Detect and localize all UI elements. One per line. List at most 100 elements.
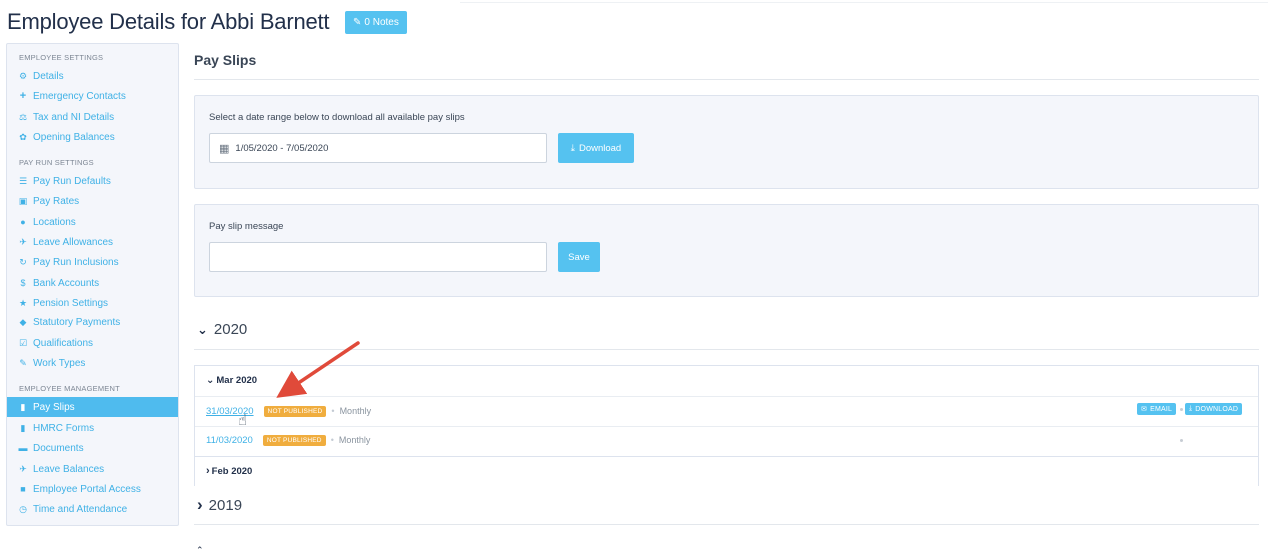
file-icon: ▮	[20, 422, 26, 433]
sidebar-item-pay-run-inclusions[interactable]: ↻ Pay Run Inclusions	[7, 252, 178, 272]
pay-slip-row: 11/03/2020 NOT PUBLISHED • Monthly	[206, 432, 370, 448]
sidebar-item-statutory-payments[interactable]: ◆ Statutory Payments	[7, 312, 178, 332]
message-panel: Pay slip message Save	[194, 204, 1259, 297]
sidebar-item-tax-and-ni[interactable]: ⚖ Tax and NI Details	[7, 107, 178, 127]
sidebar-item-hmrc-forms[interactable]: ▮ HMRC Forms	[7, 418, 178, 438]
sidebar-item-pay-slips[interactable]: ▮ Pay Slips	[7, 397, 178, 417]
message-panel-label: Pay slip message	[209, 221, 284, 232]
year-toggle-2019[interactable]: › 2019	[197, 495, 242, 515]
sidebar-item-label: Locations	[33, 216, 76, 228]
plane-icon: ✈	[19, 236, 27, 247]
download-panel-label: Select a date range below to download al…	[209, 112, 465, 123]
sidebar-item-work-types[interactable]: ✎ Work Types	[7, 353, 178, 373]
sidebar-item-label: Opening Balances	[33, 131, 115, 143]
year-toggle-2020[interactable]: ⌄ 2020	[197, 321, 247, 338]
plus-icon: +	[19, 90, 27, 102]
month-label: Feb 2020	[211, 465, 253, 477]
date-range-input[interactable]: ▦ 1/05/2020 - 7/05/2020	[209, 133, 547, 163]
month-toggle-feb-2020[interactable]: › Feb 2020	[206, 465, 252, 477]
chevron-down-icon: ⌄	[206, 375, 215, 386]
folder-icon: ▬	[18, 443, 28, 453]
tag-icon: ◆	[19, 316, 27, 327]
sidebar-item-label: Pay Rates	[33, 195, 80, 207]
download-panel: Select a date range below to download al…	[194, 95, 1259, 189]
sidebar-item-pay-run-defaults[interactable]: ☰ Pay Run Defaults	[7, 171, 178, 191]
plane-icon: ✈	[19, 463, 27, 474]
download-button[interactable]: ⤓ Download	[558, 133, 634, 163]
sidebar-item-label: Bank Accounts	[33, 277, 100, 289]
sidebar-item-label: Pay Run Defaults	[33, 175, 111, 187]
sidebar-item-label: Pay Slips	[33, 401, 75, 413]
edit-icon: ✎	[353, 17, 362, 28]
scale-icon: ⚖	[18, 111, 28, 122]
hand-cursor-icon: ☝	[238, 412, 248, 429]
sidebar-item-label: Work Types	[33, 357, 86, 369]
sidebar-item-pension-settings[interactable]: ★ Pension Settings	[7, 293, 178, 313]
sidebar-item-time-and-attendance[interactable]: ◷ Time and Attendance	[7, 499, 178, 519]
sidebar-item-label: Documents	[33, 442, 84, 454]
sidebar-item-documents[interactable]: ▬ Documents	[7, 438, 178, 458]
sidebar-item-emergency-contacts[interactable]: + Emergency Contacts	[7, 86, 178, 106]
sidebar-item-label: Pension Settings	[33, 297, 109, 309]
separator-dot	[1180, 408, 1183, 411]
sidebar: EMPLOYEE SETTINGS ⚙ Details + Emergency …	[6, 43, 179, 526]
row-divider	[195, 456, 1258, 457]
list-icon: ☰	[18, 175, 28, 186]
sidebar-item-label: Time and Attendance	[33, 503, 128, 515]
divider	[194, 79, 1259, 80]
sidebar-section-employee-management: EMPLOYEE MANAGEMENT	[19, 384, 120, 393]
date-range-value: 1/05/2020 - 7/05/2020	[235, 142, 329, 154]
chevron-right-icon: ›	[206, 465, 210, 477]
sidebar-item-label: Tax and NI Details	[33, 111, 115, 123]
leaf-icon: ✿	[19, 131, 27, 142]
check-square-icon: ☑	[18, 337, 28, 348]
sidebar-section-pay-run-settings: PAY RUN SETTINGS	[19, 158, 94, 167]
chevron-down-icon: ⌃	[196, 545, 204, 551]
gear-icon: ⚙	[18, 70, 28, 81]
email-button-label: EMAIL	[1150, 405, 1173, 413]
star-icon: ★	[18, 297, 28, 308]
sidebar-item-locations[interactable]: ● Locations	[7, 212, 178, 232]
sidebar-item-label: Pay Run Inclusions	[33, 256, 119, 268]
month-list: ⌄ Mar 2020 31/03/2020 NOT PUBLISHED • Mo…	[194, 365, 1259, 486]
download-button-label: Download	[578, 142, 622, 154]
sidebar-item-employee-portal-access[interactable]: ■ Employee Portal Access	[7, 479, 178, 499]
download-slip-button[interactable]: ⤓ DOWNLOAD	[1185, 403, 1243, 415]
sidebar-item-label: Leave Balances	[33, 463, 105, 475]
divider	[194, 524, 1259, 525]
sidebar-item-pay-rates[interactable]: ▣ Pay Rates	[7, 191, 178, 211]
section-heading: Pay Slips	[194, 52, 257, 68]
pay-slip-date-link[interactable]: 11/03/2020	[206, 435, 253, 446]
chevron-right-icon: ›	[197, 495, 203, 514]
envelope-icon: ✉	[1141, 406, 1148, 413]
row-divider	[195, 426, 1258, 427]
download-icon: ⤓	[570, 142, 575, 154]
sidebar-item-bank-accounts[interactable]: $ Bank Accounts	[7, 273, 178, 293]
sidebar-item-details[interactable]: ⚙ Details	[7, 66, 178, 86]
lock-icon: ■	[20, 484, 26, 494]
notes-label: 0 Notes	[364, 17, 399, 28]
top-divider	[460, 2, 1268, 3]
email-button[interactable]: ✉ EMAIL	[1137, 403, 1177, 415]
chevron-down-icon: ⌄	[197, 321, 208, 337]
pay-slip-message-input[interactable]	[209, 242, 547, 272]
sidebar-item-qualifications[interactable]: ☑ Qualifications	[7, 333, 178, 353]
year-label: 2020	[213, 321, 248, 338]
sidebar-item-opening-balances[interactable]: ✿ Opening Balances	[7, 127, 178, 147]
sidebar-item-label: HMRC Forms	[33, 422, 95, 434]
sidebar-section-employee-settings: EMPLOYEE SETTINGS	[19, 53, 104, 62]
separator-dot	[1180, 439, 1183, 442]
notes-button[interactable]: ✎ 0 Notes	[345, 11, 407, 34]
sidebar-item-label: Statutory Payments	[33, 316, 121, 328]
dollar-circle-icon: $	[20, 278, 26, 288]
pay-frequency: Monthly	[339, 406, 372, 416]
download-slip-label: DOWNLOAD	[1195, 405, 1239, 413]
pencil-icon: ✎	[19, 357, 27, 368]
money-icon: ▣	[18, 195, 28, 206]
sidebar-item-leave-balances[interactable]: ✈ Leave Balances	[7, 459, 178, 479]
sidebar-item-leave-allowances[interactable]: ✈ Leave Allowances	[7, 232, 178, 252]
month-toggle-mar-2020[interactable]: ⌄ Mar 2020	[206, 375, 257, 386]
sidebar-item-label: Leave Allowances	[33, 236, 114, 248]
page-title: Employee Details for Abbi Barnett	[7, 9, 330, 34]
save-button[interactable]: Save	[558, 242, 600, 272]
